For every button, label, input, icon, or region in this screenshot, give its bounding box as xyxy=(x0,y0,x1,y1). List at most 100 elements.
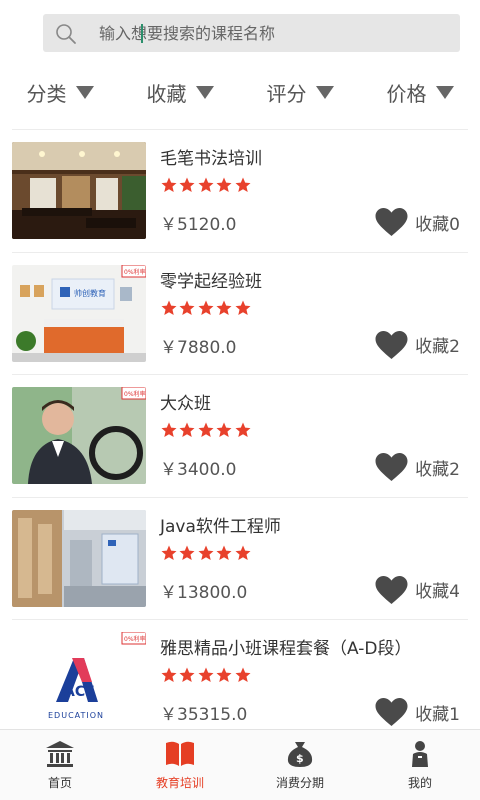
course-list: 毛笔书法培训 ￥5120.0 收藏0 帅创教育 0%利率 零学起经验班 ￥788… xyxy=(0,130,480,743)
logo-subtext: EDUCATION xyxy=(48,711,104,720)
filter-category[interactable]: 分类 xyxy=(0,70,120,114)
heart-icon xyxy=(375,208,408,236)
tab-installment[interactable]: $ 消费分期 xyxy=(240,730,360,800)
course-price: ￥35315.0 xyxy=(160,705,248,725)
tab-education[interactable]: 教育培训 xyxy=(120,730,240,800)
heart-icon xyxy=(375,575,408,604)
search-input[interactable] xyxy=(99,14,439,52)
tab-profile[interactable]: 我的 xyxy=(360,730,480,800)
triangle-down-icon xyxy=(435,85,454,99)
favorite-count: 收藏0 xyxy=(415,214,460,235)
star-icon xyxy=(179,667,195,683)
rating-stars xyxy=(160,544,252,562)
star-icon xyxy=(216,422,232,438)
svg-text:$: $ xyxy=(296,752,304,765)
star-icon xyxy=(161,177,177,193)
money-bag-icon: $ xyxy=(287,741,313,767)
favorite-count: 收藏1 xyxy=(415,704,460,725)
tab-label: 消费分期 xyxy=(275,775,324,790)
star-icon xyxy=(216,545,232,560)
filter-rating[interactable]: 评分 xyxy=(240,70,360,114)
course-price: ￥3400.0 xyxy=(160,460,237,480)
course-title: 毛笔书法培训 xyxy=(160,149,262,169)
star-icon xyxy=(216,300,232,315)
bank-icon xyxy=(46,740,74,767)
course-title: 零学起经验班 xyxy=(160,271,262,292)
course-title: 雅思精品小班课程套餐（A-D段） xyxy=(160,639,412,659)
search-icon[interactable] xyxy=(55,23,77,45)
course-thumbnail-office-hall xyxy=(12,509,146,607)
rate-badge: 0%利率 xyxy=(124,635,146,643)
favorite-button[interactable]: 收藏0 xyxy=(375,208,460,236)
course-item[interactable]: ACE EDUCATION 0%利率 雅思精品小班课程套餐（A-D段） ￥353… xyxy=(0,620,480,743)
star-icon xyxy=(179,300,195,315)
filter-favorites[interactable]: 收藏 xyxy=(120,70,240,114)
star-icon xyxy=(198,422,214,438)
star-icon xyxy=(161,667,177,683)
course-thumbnail-calligraphy-room xyxy=(12,142,146,239)
rating-stars xyxy=(160,299,252,317)
star-icon xyxy=(161,545,177,560)
star-icon xyxy=(179,422,195,438)
banner-text: 帅创教育 xyxy=(74,288,106,298)
star-icon xyxy=(235,300,251,315)
tab-label: 首页 xyxy=(47,775,72,790)
star-icon xyxy=(198,545,214,560)
person-icon xyxy=(412,740,428,767)
course-title: Java软件工程师 xyxy=(160,516,281,537)
tab-home[interactable]: 首页 xyxy=(0,730,120,800)
filter-label: 价格 xyxy=(386,81,427,106)
rating-stars xyxy=(160,421,252,439)
star-icon xyxy=(198,300,214,315)
favorite-button[interactable]: 收藏2 xyxy=(375,453,460,481)
star-icon xyxy=(179,177,195,193)
star-icon xyxy=(161,300,177,315)
course-thumbnail-office-front: 帅创教育 0%利率 xyxy=(12,264,146,362)
tab-label: 我的 xyxy=(407,775,432,790)
favorite-count: 收藏2 xyxy=(415,337,460,357)
course-thumbnail-ace-logo: ACE EDUCATION 0%利率 xyxy=(12,632,146,729)
rate-badge: 0%利率 xyxy=(124,268,146,276)
heart-icon xyxy=(375,453,408,481)
logo-text: ACE xyxy=(64,684,95,700)
course-price: ￥13800.0 xyxy=(160,582,248,603)
favorite-count: 收藏4 xyxy=(415,582,460,602)
course-thumbnail-driver: 0%利率 xyxy=(12,387,146,484)
favorite-button[interactable]: 收藏4 xyxy=(375,575,460,604)
triangle-down-icon xyxy=(315,85,334,99)
star-icon xyxy=(235,177,251,193)
filter-label: 收藏 xyxy=(146,81,187,106)
course-item[interactable]: Java软件工程师 ￥13800.0 收藏4 xyxy=(0,498,480,620)
search-bar[interactable] xyxy=(43,14,460,52)
course-item[interactable]: 帅创教育 0%利率 零学起经验班 ￥7880.0 收藏2 xyxy=(0,253,480,375)
course-title: 大众班 xyxy=(160,394,211,414)
triangle-down-icon xyxy=(75,85,94,99)
favorite-button[interactable]: 收藏1 xyxy=(375,698,460,726)
rate-badge: 0%利率 xyxy=(124,390,146,398)
star-icon xyxy=(235,545,251,560)
course-price: ￥7880.0 xyxy=(160,337,237,358)
triangle-down-icon xyxy=(195,85,214,99)
star-icon xyxy=(198,177,214,193)
favorite-count: 收藏2 xyxy=(415,459,460,480)
book-icon xyxy=(166,741,194,766)
star-icon xyxy=(179,545,195,560)
filter-bar: 分类 收藏 评分 价格 xyxy=(0,70,480,114)
filter-label: 分类 xyxy=(26,81,67,106)
rating-stars xyxy=(160,176,252,194)
star-icon xyxy=(216,667,232,683)
heart-icon xyxy=(375,698,408,726)
star-icon xyxy=(235,667,251,683)
star-icon xyxy=(161,422,177,438)
favorite-button[interactable]: 收藏2 xyxy=(375,330,460,359)
heart-icon xyxy=(375,330,408,359)
tab-label: 教育培训 xyxy=(155,775,204,790)
rating-stars xyxy=(160,666,252,684)
star-icon xyxy=(198,667,214,683)
course-item[interactable]: 0%利率 大众班 ￥3400.0 收藏2 xyxy=(0,375,480,498)
filter-price[interactable]: 价格 xyxy=(360,70,480,114)
course-price: ￥5120.0 xyxy=(160,215,237,235)
filter-label: 评分 xyxy=(266,81,307,106)
course-item[interactable]: 毛笔书法培训 ￥5120.0 收藏0 xyxy=(0,130,480,253)
text-caret xyxy=(141,24,143,43)
